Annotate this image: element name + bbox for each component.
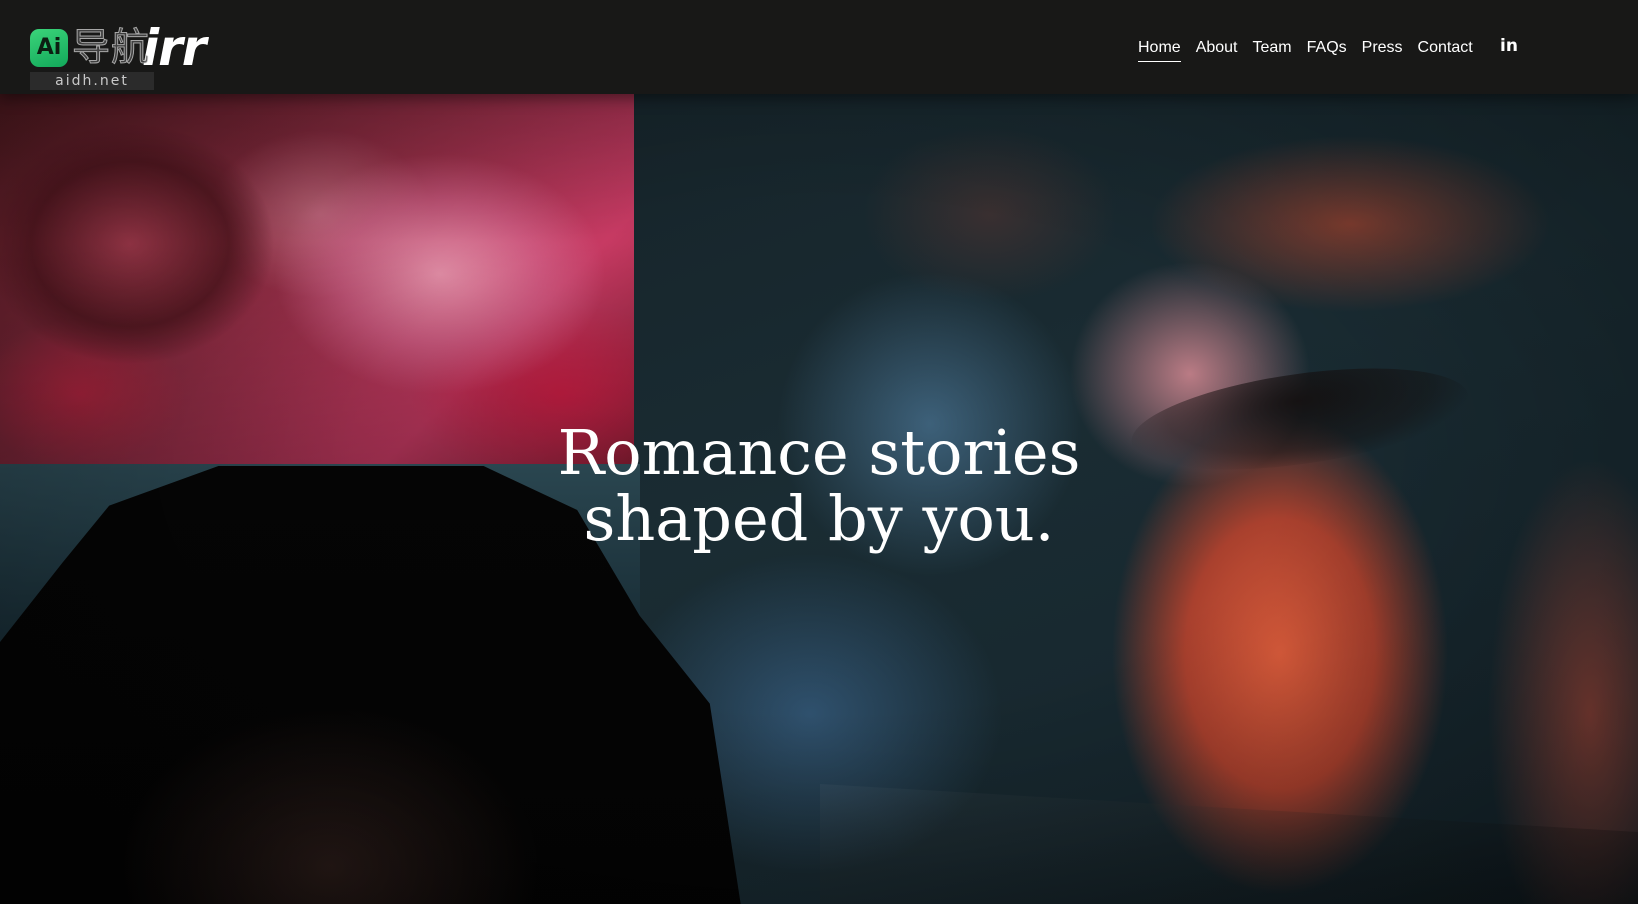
watermark-url: aidh.net: [30, 72, 154, 90]
nav-contact[interactable]: Contact: [1418, 37, 1473, 61]
hero-headline-line1: Romance stories: [557, 416, 1081, 489]
brand-logo[interactable]: irr Ai 导航 aidh.net: [30, 12, 230, 92]
hero-section: Romance stories shaped by you.: [0, 94, 1638, 904]
brand-wordmark: irr: [142, 19, 206, 77]
hero-headline: Romance stories shaped by you.: [419, 420, 1219, 552]
hero-headline-line2: shaped by you.: [583, 482, 1055, 555]
nav-press[interactable]: Press: [1362, 37, 1403, 61]
watermark-badge-icon: Ai: [30, 29, 68, 67]
linkedin-icon[interactable]: in: [1500, 36, 1518, 56]
nav-home[interactable]: Home: [1138, 37, 1181, 62]
nav-team[interactable]: Team: [1253, 37, 1292, 61]
watermark-text: 导航: [71, 25, 151, 69]
nav-faqs[interactable]: FAQs: [1307, 37, 1347, 61]
main-nav: Home About Team FAQs Press Contact: [1138, 35, 1473, 63]
site-header: irr Ai 导航 aidh.net Home About Team FAQs …: [0, 0, 1638, 94]
nav-about[interactable]: About: [1196, 37, 1238, 61]
